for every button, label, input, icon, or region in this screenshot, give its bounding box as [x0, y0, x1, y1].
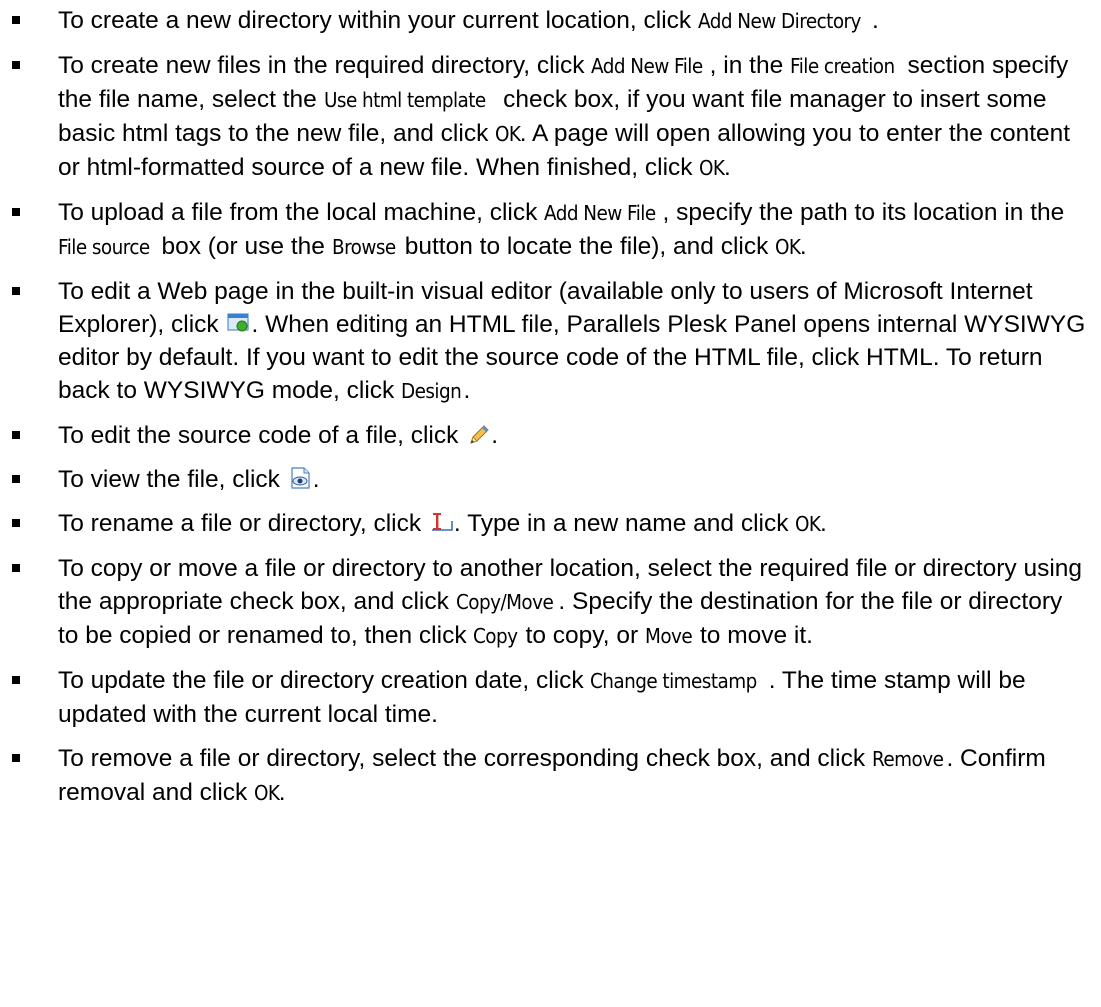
ui-term: OK [495, 122, 521, 146]
body-text: , in the [709, 52, 791, 79]
ui-term: OK [699, 156, 725, 180]
ui-term: Change timestamp [590, 669, 758, 693]
view-file-icon [289, 467, 313, 489]
document-body: To create a new directory within your cu… [0, 0, 1101, 821]
ui-term: Copy/Move [455, 590, 554, 614]
body-text: box (or use the [154, 233, 332, 260]
body-text: To rename a file or directory, click [58, 510, 428, 537]
ui-term: OK [795, 512, 821, 536]
body-text: To view the file, click [58, 466, 287, 493]
list-item: To rename a file or directory, click . T… [0, 507, 1101, 541]
visual-editor-icon [227, 312, 251, 334]
bullet-marker [12, 519, 20, 527]
bullet-marker [12, 564, 20, 572]
ui-term: File source [58, 235, 150, 259]
ui-term: Browse [331, 235, 396, 259]
list-item: To view the file, click . [0, 463, 1101, 496]
body-text: . Type in a new name and click [453, 510, 796, 537]
body-text: To upload a file from the local machine,… [58, 199, 545, 226]
body-text: , specify the path to its location in th… [662, 199, 1065, 226]
body-text: To create a new directory within your cu… [58, 7, 698, 34]
ui-term: OK [775, 235, 801, 259]
body-text: . [312, 466, 320, 493]
ui-term: Remove [871, 747, 944, 771]
list-item: To create a new directory within your cu… [0, 4, 1101, 38]
bullet-marker [12, 61, 20, 69]
ui-term: Move [644, 624, 693, 648]
list-item: To copy or move a file or directory to a… [0, 552, 1101, 653]
body-text: . [463, 377, 471, 404]
body-text: To create new files in the required dire… [58, 52, 592, 79]
pencil-icon [467, 423, 491, 445]
ui-term: Add New Directory [698, 9, 861, 33]
ui-term: Design [401, 379, 462, 403]
bullet-marker [12, 754, 20, 762]
list-item: To update the file or directory creation… [0, 664, 1101, 731]
list-item: To edit a Web page in the built-in visua… [0, 275, 1101, 408]
ui-term: Add New File [544, 201, 656, 225]
body-text: To remove a file or directory, select th… [58, 745, 872, 772]
body-text: . [799, 233, 807, 260]
bullet-marker [12, 431, 20, 439]
body-text: . [872, 7, 879, 34]
body-text: . [491, 422, 498, 449]
ui-term: OK [254, 781, 280, 805]
body-text: button to locate the file), and click [397, 233, 776, 260]
ui-term: File creation [790, 54, 895, 78]
body-text: To edit the source code of a file, click [58, 422, 466, 449]
ui-term: Add New File [591, 54, 703, 78]
body-text: . [819, 510, 827, 537]
ui-term: Use html template [323, 88, 486, 112]
ui-term: Copy [473, 624, 518, 648]
bullet-marker [12, 475, 20, 483]
instruction-list: To create a new directory within your cu… [0, 4, 1101, 810]
list-item: To edit the source code of a file, click… [0, 419, 1101, 452]
body-text: to move it. [693, 622, 813, 649]
rename-icon [430, 511, 454, 533]
body-text: to copy, or [518, 622, 645, 649]
list-item: To upload a file from the local machine,… [0, 196, 1101, 264]
bullet-marker [12, 676, 20, 684]
bullet-marker [12, 287, 20, 295]
bullet-marker [12, 208, 20, 216]
body-text: . [278, 779, 286, 806]
body-text: To update the file or directory creation… [58, 667, 591, 694]
bullet-marker [12, 16, 20, 24]
list-item: To create new files in the required dire… [0, 49, 1101, 185]
list-item: To remove a file or directory, select th… [0, 742, 1101, 810]
body-text: . [724, 154, 731, 181]
